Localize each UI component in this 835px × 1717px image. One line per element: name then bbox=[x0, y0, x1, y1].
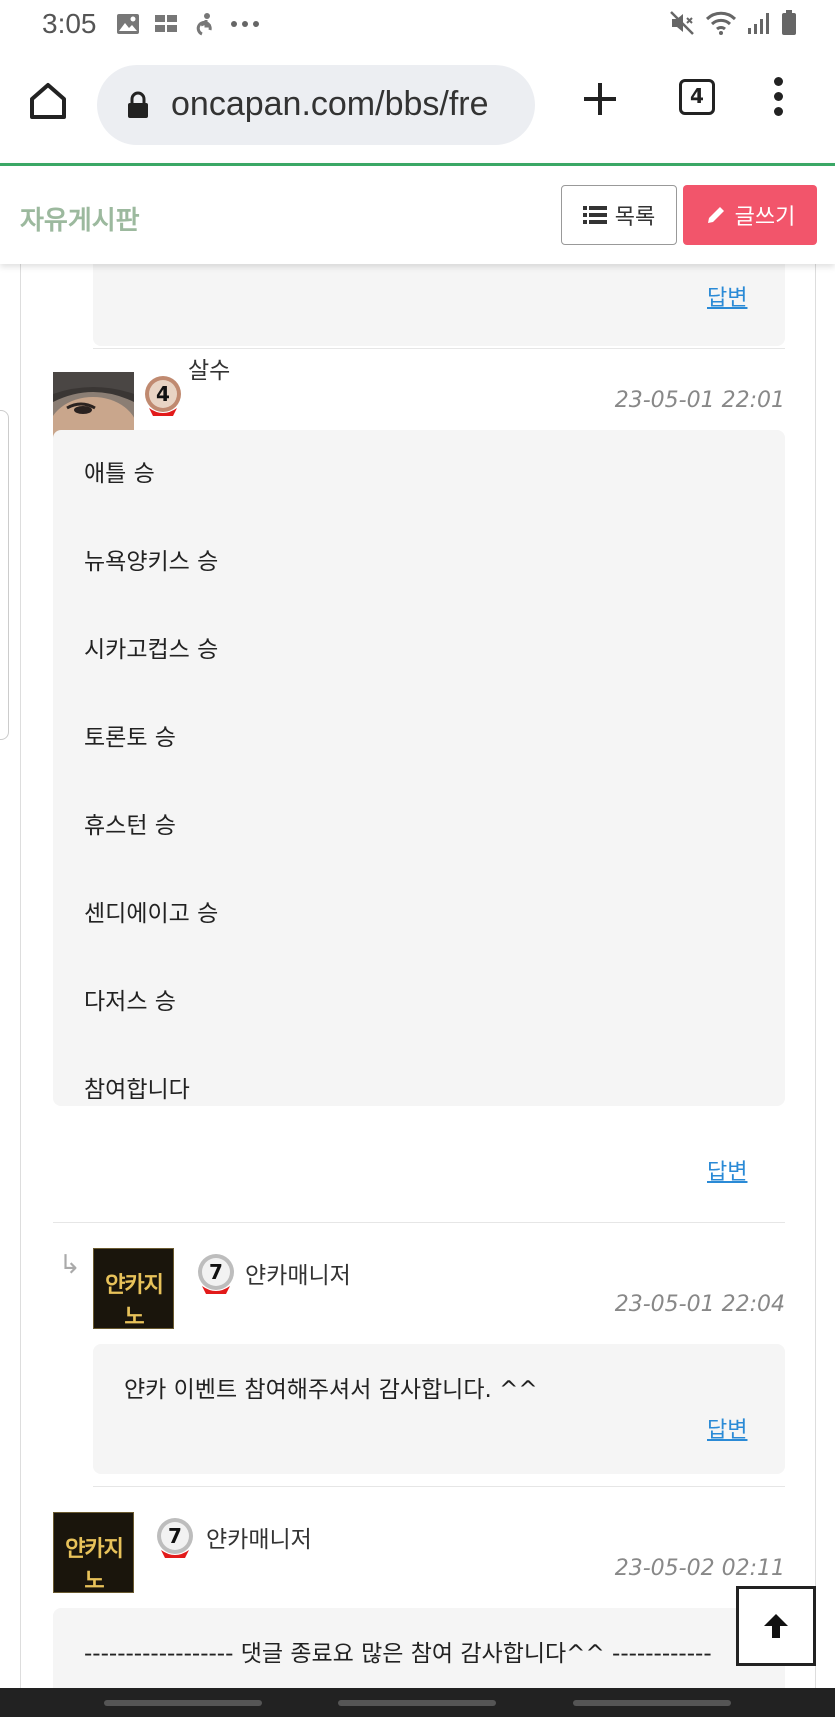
avatar: 얀카지노 bbox=[93, 1248, 174, 1329]
arrow-up-icon bbox=[764, 1614, 788, 1638]
level-badge-icon: 4 bbox=[145, 376, 181, 416]
comment-date: 23-05-02 02:11 bbox=[614, 1556, 785, 1581]
nav-handle[interactable] bbox=[338, 1700, 496, 1706]
browser-menu-icon[interactable] bbox=[770, 77, 786, 125]
url-text: oncapan.com/bbs/fre bbox=[171, 85, 489, 123]
more-dots-icon bbox=[231, 21, 259, 27]
comment-line: 애틀 승 bbox=[84, 461, 155, 487]
level-number: 4 bbox=[156, 382, 170, 406]
comment-date: 23-05-01 22:01 bbox=[614, 388, 785, 413]
reply-arrow-icon: ↳ bbox=[59, 1250, 81, 1280]
comment-list: 답변 4 살수 23-05-01 22:01 애틀 승 뉴욕양키스 승 시카고컵… bbox=[20, 264, 816, 1688]
status-bar: 3:05 bbox=[0, 0, 835, 50]
avatar-text: 얀카지노 bbox=[65, 1536, 124, 1593]
comment-line: 다저스 승 bbox=[84, 989, 176, 1015]
site-header: 자유게시판 목록 글쓰기 bbox=[0, 163, 835, 264]
comment-line: ------------------ 댓글 종료요 많은 참여 감사합니다^^ … bbox=[84, 1641, 712, 1667]
signal-icon bbox=[748, 13, 769, 34]
comment-line: 뉴욕양키스 승 bbox=[84, 549, 219, 575]
reply-link[interactable]: 답변 bbox=[707, 280, 747, 312]
list-button-label: 목록 bbox=[614, 205, 656, 230]
avatar: 얀카지노 bbox=[53, 1512, 134, 1593]
avatar-text: 얀카지노 bbox=[105, 1272, 164, 1329]
comment-line: 센디에이고 승 bbox=[84, 901, 219, 927]
comment-date: 23-05-01 22:04 bbox=[614, 1292, 785, 1317]
comment-line: 토론토 승 bbox=[84, 725, 176, 751]
browser-toolbar: oncapan.com/bbs/fre 4 bbox=[0, 55, 835, 155]
status-icons-right bbox=[669, 10, 797, 36]
side-drawer-handle[interactable] bbox=[0, 410, 9, 740]
reply-link[interactable]: 답변 bbox=[707, 1154, 747, 1186]
battery-icon bbox=[782, 10, 796, 35]
lock-icon bbox=[128, 91, 148, 118]
scroll-top-button[interactable] bbox=[736, 1586, 816, 1666]
nav-handle[interactable] bbox=[104, 1700, 262, 1706]
board-title[interactable]: 자유게시판 bbox=[20, 200, 140, 237]
reply-link[interactable]: 답변 bbox=[707, 1412, 747, 1444]
level-badge-icon: 7 bbox=[198, 1254, 234, 1294]
divider bbox=[53, 1222, 785, 1223]
comment-username[interactable]: 얀카매니저 bbox=[206, 1520, 312, 1554]
comment-box: ------------------ 댓글 종료요 많은 참여 감사합니다^^ … bbox=[53, 1608, 785, 1688]
level-number: 7 bbox=[168, 1524, 182, 1548]
status-icons-left bbox=[116, 12, 260, 36]
home-icon[interactable] bbox=[26, 79, 70, 123]
divider bbox=[93, 1486, 785, 1487]
tab-count-button[interactable]: 4 bbox=[679, 79, 715, 115]
level-badge-icon: 7 bbox=[157, 1518, 193, 1558]
nav-handle[interactable] bbox=[573, 1700, 731, 1706]
status-time: 3:05 bbox=[42, 8, 97, 39]
comment-username[interactable]: 얀카매니저 bbox=[245, 1256, 351, 1290]
divider bbox=[93, 348, 785, 349]
notification-app-icon bbox=[155, 15, 177, 32]
list-icon bbox=[582, 206, 607, 224]
comment-box: 애틀 승 뉴욕양키스 승 시카고컵스 승 토론토 승 휴스턴 승 센디에이고 승… bbox=[53, 430, 785, 1106]
pencil-icon bbox=[707, 207, 724, 223]
accessibility-icon bbox=[196, 13, 212, 36]
new-tab-plus-icon[interactable] bbox=[578, 77, 622, 121]
address-bar[interactable]: oncapan.com/bbs/fre bbox=[97, 65, 535, 145]
comment-box: 얀카 이벤트 참여해주셔서 감사합니다. ^^ 답변 bbox=[93, 1344, 785, 1474]
wifi-icon bbox=[705, 11, 737, 35]
comment-line: 참여합니다 bbox=[84, 1077, 190, 1103]
comment-line: 얀카 이벤트 참여해주셔서 감사합니다. ^^ bbox=[124, 1377, 538, 1403]
mute-icon bbox=[670, 11, 694, 35]
comment-line: 휴스턴 승 bbox=[84, 813, 176, 839]
list-button[interactable]: 목록 bbox=[561, 185, 677, 245]
write-button[interactable]: 글쓰기 bbox=[683, 185, 817, 245]
level-number: 7 bbox=[209, 1260, 223, 1284]
comment-box-previous: 답변 bbox=[93, 264, 785, 346]
system-nav-bar bbox=[0, 1688, 835, 1717]
comment-username[interactable]: 살수 bbox=[188, 351, 230, 385]
comment-line: 시카고컵스 승 bbox=[84, 637, 219, 663]
image-icon bbox=[117, 14, 139, 34]
write-button-label: 글쓰기 bbox=[734, 205, 796, 230]
